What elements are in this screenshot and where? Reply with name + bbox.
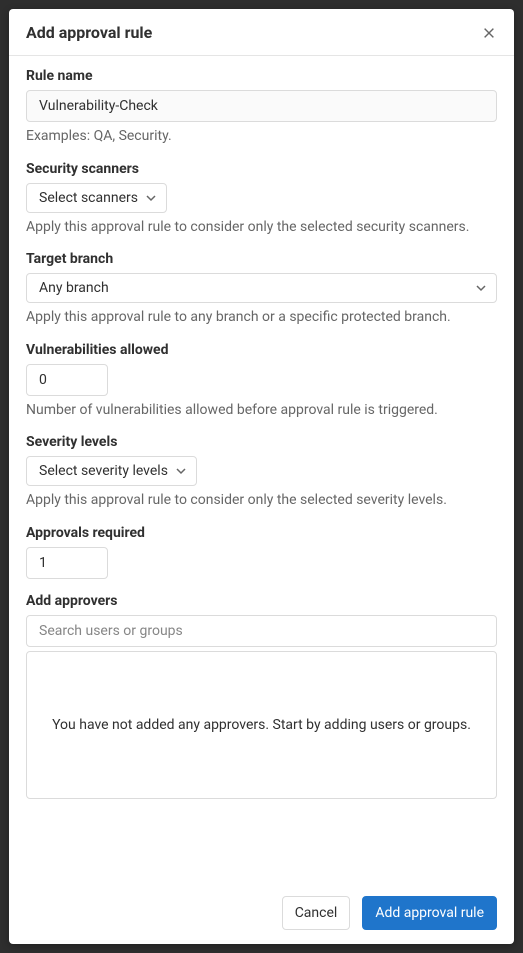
modal-header: Add approval rule <box>9 9 514 56</box>
cancel-button[interactable]: Cancel <box>282 896 351 930</box>
target-branch-dropdown[interactable]: Any branch <box>26 273 497 303</box>
approvals-required-label: Approvals required <box>26 525 497 541</box>
chevron-down-icon <box>476 283 486 293</box>
add-approvers-group: Add approvers You have not added any app… <box>26 593 497 799</box>
rule-name-input[interactable] <box>26 90 497 122</box>
security-scanners-value: Select scanners <box>39 190 138 206</box>
severity-levels-help: Apply this approval rule to consider onl… <box>26 491 497 511</box>
rule-name-help: Examples: QA, Security. <box>26 127 497 147</box>
target-branch-label: Target branch <box>26 251 497 267</box>
approvers-empty-text: You have not added any approvers. Start … <box>52 717 471 733</box>
vulnerabilities-allowed-input[interactable] <box>26 364 108 396</box>
chevron-down-icon <box>146 193 156 203</box>
modal-footer: Cancel Add approval rule <box>9 882 514 944</box>
chevron-down-icon <box>176 466 186 476</box>
rule-name-label: Rule name <box>26 68 497 84</box>
vulnerabilities-allowed-group: Vulnerabilities allowed Number of vulner… <box>26 342 497 421</box>
vulnerabilities-allowed-help: Number of vulnerabilities allowed before… <box>26 401 497 421</box>
severity-levels-dropdown[interactable]: Select severity levels <box>26 456 197 486</box>
approvals-required-group: Approvals required <box>26 525 497 579</box>
close-button[interactable] <box>480 24 498 42</box>
severity-levels-value: Select severity levels <box>39 463 168 479</box>
add-approval-rule-modal: Add approval rule Rule name Examples: QA… <box>9 9 514 944</box>
approvals-required-input[interactable] <box>26 547 108 579</box>
target-branch-help: Apply this approval rule to any branch o… <box>26 308 497 328</box>
security-scanners-dropdown[interactable]: Select scanners <box>26 183 167 213</box>
modal-title: Add approval rule <box>26 23 152 42</box>
vulnerabilities-allowed-label: Vulnerabilities allowed <box>26 342 497 358</box>
severity-levels-group: Severity levels Select severity levels A… <box>26 434 497 511</box>
security-scanners-help: Apply this approval rule to consider onl… <box>26 218 497 238</box>
rule-name-group: Rule name Examples: QA, Security. <box>26 68 497 147</box>
add-approvers-label: Add approvers <box>26 593 497 609</box>
security-scanners-group: Security scanners Select scanners Apply … <box>26 161 497 238</box>
modal-body: Rule name Examples: QA, Security. Securi… <box>9 56 514 882</box>
add-approval-rule-button[interactable]: Add approval rule <box>362 896 497 930</box>
target-branch-group: Target branch Any branch Apply this appr… <box>26 251 497 328</box>
close-icon <box>482 26 496 40</box>
approvers-empty-state: You have not added any approvers. Start … <box>26 651 497 799</box>
target-branch-value: Any branch <box>39 280 109 296</box>
security-scanners-label: Security scanners <box>26 161 497 177</box>
add-approvers-search[interactable] <box>26 615 497 647</box>
severity-levels-label: Severity levels <box>26 434 497 450</box>
